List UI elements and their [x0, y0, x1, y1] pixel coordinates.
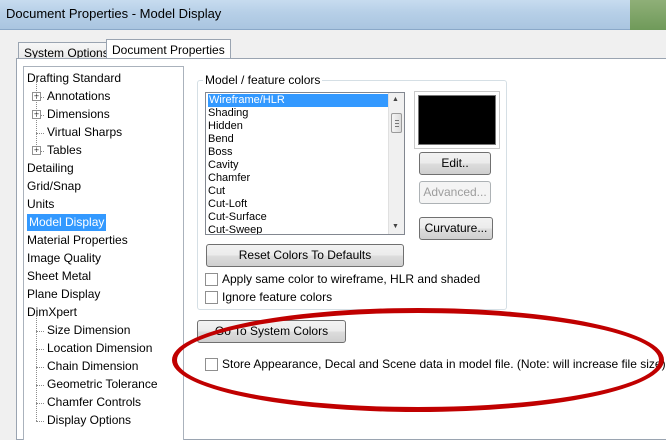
tree-connector — [36, 82, 37, 151]
store-appearance-option[interactable]: Store Appearance, Decal and Scene data i… — [205, 357, 666, 373]
window-title: Document Properties - Model Display — [6, 6, 222, 21]
color-list-item[interactable]: Cavity — [208, 159, 239, 172]
color-list-item[interactable]: Cut — [208, 185, 225, 198]
tree-item-size-dimension[interactable]: Size Dimension — [47, 322, 130, 339]
tree-connector — [36, 349, 44, 350]
tree-connector — [36, 316, 37, 421]
scroll-up-arrow-icon[interactable]: ▲ — [392, 96, 399, 103]
color-list-item[interactable]: Bend — [208, 133, 234, 146]
tree-item-dimensions[interactable]: Dimensions — [47, 106, 110, 123]
ignore-feature-colors-option[interactable]: Ignore feature colors — [205, 290, 332, 306]
tree-item-plane-display[interactable]: Plane Display — [27, 286, 100, 303]
color-list-item[interactable]: Hidden — [208, 120, 243, 133]
feature-color-list[interactable]: ▲ ▼ Wireframe/HLR Shading Hidden Bend Boss Ca… — [205, 92, 405, 235]
tree-connector — [36, 367, 44, 368]
color-swatch — [418, 95, 496, 145]
model-feature-colors-label: Model / feature colors — [203, 73, 323, 87]
edit-color-button-label: Edit.. — [441, 156, 469, 170]
tree-item-model-display[interactable]: Model Display — [27, 214, 107, 231]
tree-item-units[interactable]: Units — [27, 196, 54, 213]
tab-document-properties-label: Document Properties — [112, 43, 225, 57]
tree-item-virtual-sharps[interactable]: Virtual Sharps — [47, 124, 122, 141]
color-list-item[interactable]: Boss — [208, 146, 232, 159]
color-list-item[interactable]: Wireframe/HLR — [208, 94, 388, 107]
title-bar: Document Properties - Model Display — [0, 0, 666, 30]
tree-item-detailing[interactable]: Detailing — [27, 160, 74, 177]
tree-item-display-options[interactable]: Display Options — [47, 412, 131, 429]
tree-connector — [36, 133, 44, 134]
store-appearance-label: Store Appearance, Decal and Scene data i… — [222, 357, 666, 371]
apply-same-color-label: Apply same color to wireframe, HLR and s… — [222, 272, 481, 286]
thumb-grip-line — [395, 123, 399, 124]
tree-item-sheet-metal[interactable]: Sheet Metal — [27, 268, 91, 285]
color-list-item[interactable]: Cut-Loft — [208, 198, 247, 211]
reset-colors-button-label: Reset Colors To Defaults — [238, 248, 372, 262]
apply-same-color-option[interactable]: Apply same color to wireframe, HLR and s… — [205, 272, 480, 288]
tree-item-chain-dimension[interactable]: Chain Dimension — [47, 358, 138, 375]
edit-color-button[interactable]: Edit.. — [419, 152, 491, 175]
advanced-button[interactable]: Advanced... — [419, 181, 491, 204]
reset-colors-button[interactable]: Reset Colors To Defaults — [206, 244, 404, 267]
tree-item-chamfer-controls[interactable]: Chamfer Controls — [47, 394, 141, 411]
background-window-edge — [630, 0, 666, 30]
apply-same-color-checkbox[interactable] — [205, 273, 218, 286]
curvature-button[interactable]: Curvature... — [419, 217, 493, 240]
tree-item-dimxpert[interactable]: DimXpert — [27, 304, 77, 321]
options-tree[interactable]: Drafting Standard Annotations + Dimensions +… — [23, 66, 184, 440]
scroll-down-arrow-icon[interactable]: ▼ — [392, 223, 399, 230]
tree-connector — [36, 385, 44, 386]
tab-row: System Options Document Properties — [0, 30, 666, 64]
scroll-thumb[interactable] — [391, 113, 402, 133]
color-list-item[interactable]: Chamfer — [208, 172, 250, 185]
thumb-grip-line — [395, 120, 399, 121]
curvature-button-label: Curvature... — [424, 221, 488, 235]
ignore-feature-colors-label: Ignore feature colors — [222, 290, 333, 304]
tree-item-location-dimension[interactable]: Location Dimension — [47, 340, 152, 357]
color-list-item[interactable]: Cut-Surface — [208, 211, 267, 224]
tree-item-annotations[interactable]: Annotations — [47, 88, 110, 105]
tree-connector — [36, 331, 44, 332]
go-to-system-colors-label: Go To System Colors — [214, 324, 329, 338]
tree-item-grid-snap[interactable]: Grid/Snap — [27, 178, 81, 195]
tree-item-tables[interactable]: Tables — [47, 142, 82, 159]
go-to-system-colors-button[interactable]: Go To System Colors — [197, 320, 346, 343]
ignore-feature-colors-checkbox[interactable] — [205, 291, 218, 304]
tree-connector — [36, 421, 44, 422]
tree-item-geometric-tolerance[interactable]: Geometric Tolerance — [47, 376, 158, 393]
tree-connector — [36, 403, 44, 404]
tree-item-drafting-standard[interactable]: Drafting Standard — [27, 70, 121, 87]
thumb-grip-line — [395, 126, 399, 127]
tree-item-material-properties[interactable]: Material Properties — [27, 232, 128, 249]
tree-item-image-quality[interactable]: Image Quality — [27, 250, 101, 267]
list-scrollbar[interactable]: ▲ ▼ — [388, 93, 404, 234]
store-appearance-checkbox[interactable] — [205, 358, 218, 371]
color-list-item[interactable]: Shading — [208, 107, 248, 120]
color-list-item[interactable]: Cut-Sweep — [208, 224, 262, 234]
advanced-button-label: Advanced... — [423, 185, 487, 199]
